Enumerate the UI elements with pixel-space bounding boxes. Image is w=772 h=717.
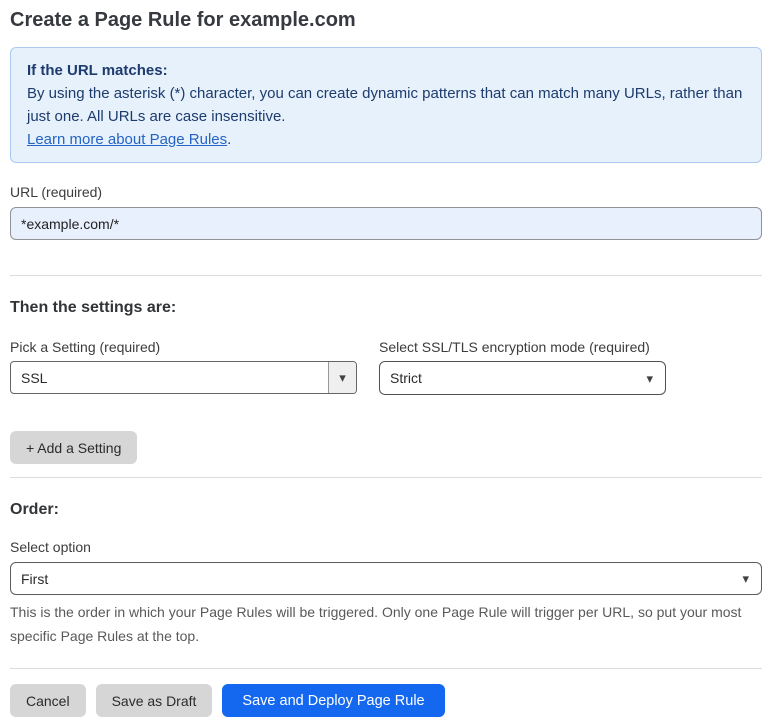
- setting-select-value: SSL: [21, 369, 48, 386]
- mode-select-label: Select SSL/TLS encryption mode (required…: [379, 339, 650, 355]
- setting-column: Pick a Setting (required) SSL ▾: [10, 340, 357, 395]
- page-title: Create a Page Rule for example.com: [10, 9, 356, 31]
- settings-section-heading: Then the settings are:: [10, 299, 177, 316]
- learn-more-link[interactable]: Learn more about Page Rules: [27, 131, 227, 148]
- info-box-link-line: Learn more about Page Rules.: [27, 128, 745, 151]
- settings-row: Pick a Setting (required) SSL ▾ Select S…: [10, 340, 762, 395]
- url-field-label: URL (required): [10, 184, 103, 200]
- save-and-deploy-button[interactable]: Save and Deploy Page Rule: [222, 684, 445, 717]
- page-rule-form: Create a Page Rule for example.com If th…: [0, 0, 772, 717]
- divider-before-actions: [10, 668, 762, 669]
- chevron-down-icon: ▾: [646, 370, 653, 386]
- order-select[interactable]: First ▾: [10, 562, 762, 595]
- info-box-body: By using the asterisk (*) character, you…: [27, 82, 745, 128]
- mode-select-value: Strict: [390, 370, 422, 386]
- divider-after-settings: [10, 477, 762, 478]
- order-help-text: This is the order in which your Page Rul…: [10, 604, 742, 644]
- setting-select[interactable]: SSL ▾: [10, 361, 357, 394]
- save-as-draft-button[interactable]: Save as Draft: [95, 684, 213, 717]
- order-select-label: Select option: [10, 539, 91, 555]
- cancel-button[interactable]: Cancel: [10, 684, 86, 717]
- chevron-down-icon: ▾: [339, 370, 346, 385]
- setting-select-label: Pick a Setting (required): [10, 339, 161, 355]
- mode-column: Select SSL/TLS encryption mode (required…: [379, 340, 666, 395]
- mode-select[interactable]: Strict ▾: [379, 361, 666, 395]
- info-box-heading: If the URL matches:: [27, 62, 168, 79]
- chevron-down-icon: ▾: [742, 571, 749, 586]
- link-period: .: [227, 131, 232, 148]
- url-match-info-box: If the URL matches: By using the asteris…: [10, 47, 762, 163]
- add-setting-button[interactable]: + Add a Setting: [10, 431, 138, 464]
- footer-actions: Cancel Save as Draft Save and Deploy Pag…: [10, 684, 762, 717]
- order-select-value: First: [21, 570, 49, 587]
- info-box-body-text: By using the asterisk (*) character, you…: [27, 85, 743, 125]
- order-section-heading: Order:: [10, 501, 59, 518]
- divider-after-url: [10, 275, 762, 276]
- setting-select-arrow-button[interactable]: ▾: [328, 362, 356, 393]
- url-input[interactable]: [10, 207, 762, 240]
